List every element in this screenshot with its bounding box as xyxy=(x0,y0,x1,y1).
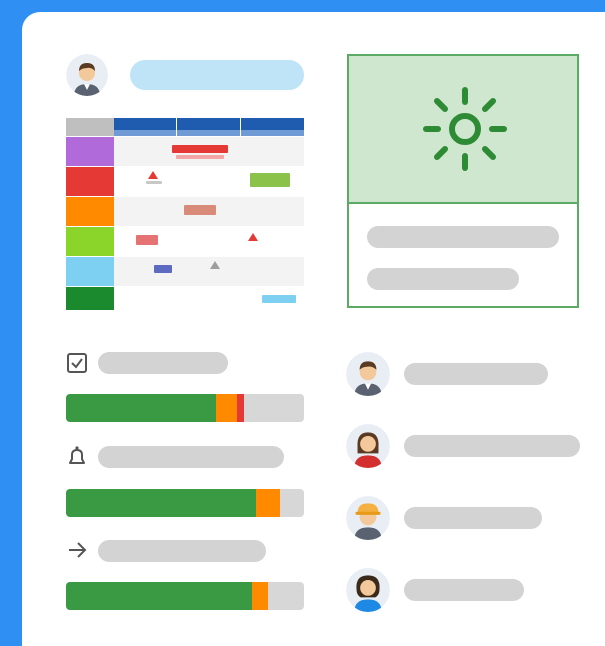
person-name-4 xyxy=(404,579,524,601)
checkbox-icon[interactable] xyxy=(66,352,88,374)
arrow-right-icon[interactable] xyxy=(66,539,88,561)
person-name-2 xyxy=(404,435,580,457)
person-name-1 xyxy=(404,363,548,385)
task-label-3 xyxy=(98,540,266,562)
schedule-row xyxy=(66,227,304,256)
bell-icon[interactable] xyxy=(66,445,88,467)
weather-widget[interactable] xyxy=(347,54,579,308)
schedule-row xyxy=(66,287,304,310)
weather-line-1 xyxy=(367,226,559,248)
schedule-row-label xyxy=(66,227,114,256)
sun-icon xyxy=(423,87,507,171)
schedule-row xyxy=(66,137,304,166)
task-progress-3 xyxy=(66,582,304,610)
task-progress-2 xyxy=(66,489,304,517)
schedule-row xyxy=(66,167,304,196)
schedule-row-label xyxy=(66,167,114,196)
person-avatar[interactable] xyxy=(346,496,390,540)
weather-line-2 xyxy=(367,268,519,290)
schedule-row xyxy=(66,257,304,286)
person-avatar[interactable] xyxy=(346,424,390,468)
person-avatar[interactable] xyxy=(346,568,390,612)
schedule-row-label xyxy=(66,287,114,310)
schedule-grid[interactable] xyxy=(66,118,304,310)
header-title-placeholder xyxy=(130,60,304,90)
person-woman-curly-icon xyxy=(346,568,390,612)
dashboard-card xyxy=(22,12,605,646)
task-progress-1 xyxy=(66,394,304,422)
schedule-header xyxy=(114,118,304,136)
schedule-row xyxy=(66,197,304,226)
person-name-3 xyxy=(404,507,542,529)
schedule-row-label xyxy=(66,197,114,226)
person-avatar[interactable] xyxy=(346,352,390,396)
schedule-row-label xyxy=(66,137,114,166)
weather-icon-area xyxy=(349,56,577,204)
header-avatar[interactable] xyxy=(66,54,108,96)
schedule-corner xyxy=(66,118,114,136)
person-woman-icon xyxy=(346,424,390,468)
person-construction-worker-icon xyxy=(346,496,390,540)
schedule-row-label xyxy=(66,257,114,286)
person-man-icon xyxy=(346,352,390,396)
task-label-2 xyxy=(98,446,284,468)
task-label-1 xyxy=(98,352,228,374)
person-man-icon xyxy=(66,54,108,96)
